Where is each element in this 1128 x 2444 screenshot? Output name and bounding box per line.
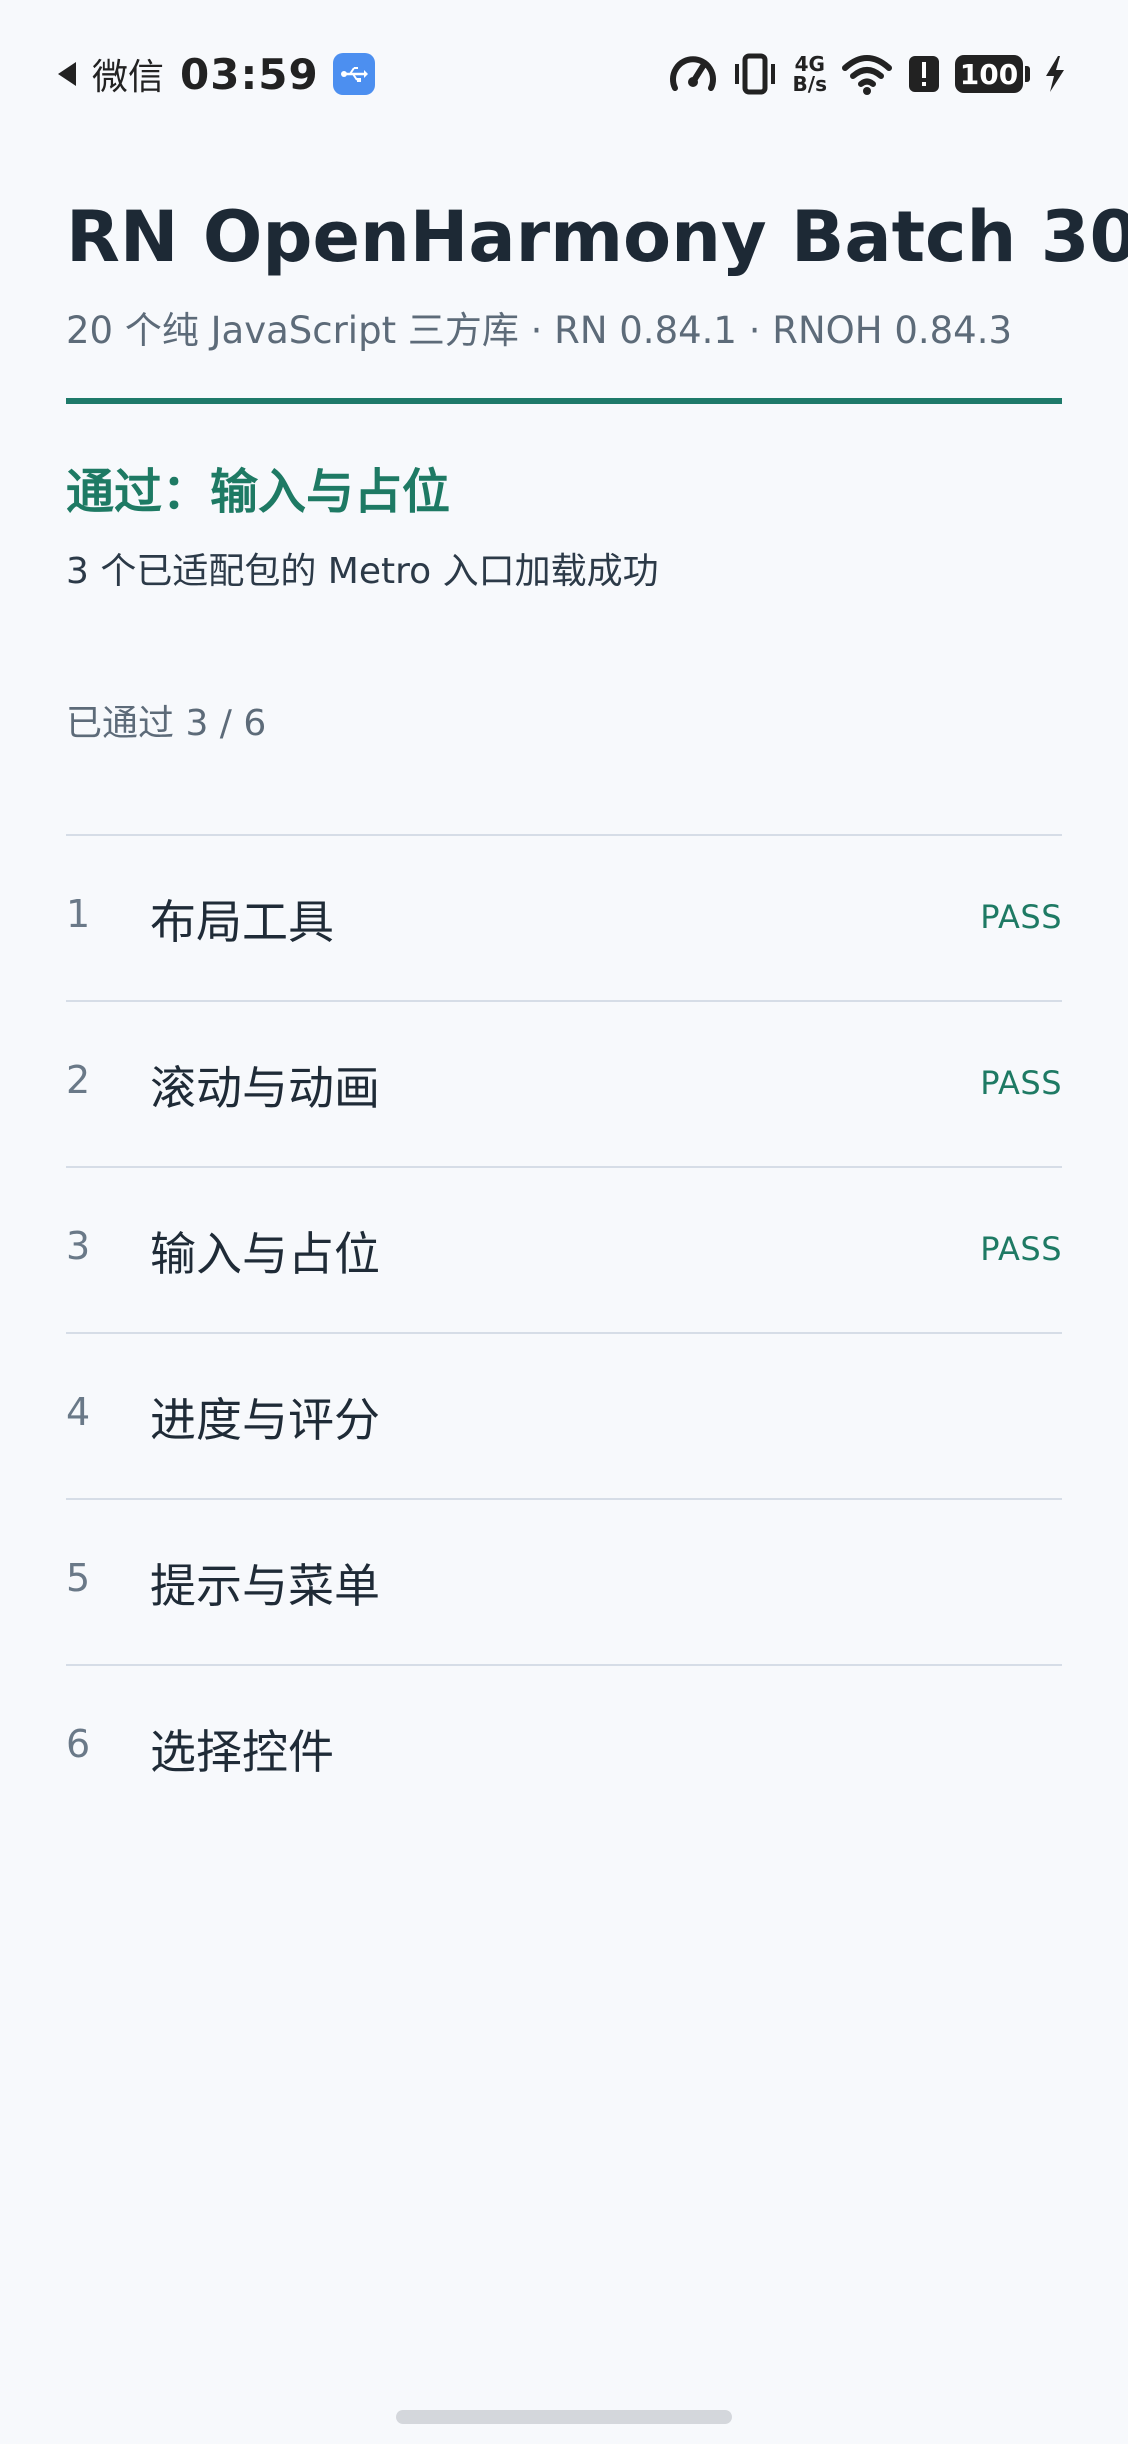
progress-text: 已通过 3 / 6: [66, 703, 267, 744]
test-number: 1: [66, 892, 91, 936]
status-bar: 微信 03:59 4G B/s 100: [0, 0, 1128, 150]
test-status-badge: PASS: [980, 1230, 1062, 1268]
test-label: 滚动与动画: [150, 1061, 380, 1115]
test-number: 2: [66, 1058, 91, 1102]
test-row[interactable]: 1 布局工具 PASS: [66, 834, 1062, 1000]
clock: 03:59: [180, 49, 319, 99]
status-bar-left: 微信 03:59: [58, 44, 375, 104]
test-label: 提示与菜单: [150, 1559, 380, 1613]
alert-icon: [909, 56, 939, 92]
speedometer-icon: [669, 56, 716, 91]
battery-level: 100: [955, 55, 1023, 93]
net-speed-unit: B/s: [792, 72, 827, 96]
wifi-icon: [842, 55, 892, 95]
test-list: 1 布局工具 PASS 2 滚动与动画 PASS 3 输入与占位 PASS 4 …: [66, 834, 1062, 1830]
test-label: 进度与评分: [150, 1393, 380, 1447]
status-bar-right: 4G B/s 100: [669, 46, 1066, 102]
test-label: 选择控件: [150, 1725, 334, 1779]
charging-icon: [1046, 56, 1064, 92]
page-title: RN OpenHarmony Batch 30: [66, 196, 1128, 278]
test-number: 6: [66, 1722, 91, 1766]
usb-icon: [332, 53, 375, 95]
test-status-badge: PASS: [980, 898, 1062, 936]
vibrate-icon: [734, 53, 775, 95]
back-app-name[interactable]: 微信: [92, 48, 164, 100]
home-indicator[interactable]: [396, 2410, 732, 2424]
test-label: 布局工具: [150, 895, 334, 949]
test-row[interactable]: 5 提示与菜单: [66, 1498, 1062, 1664]
net-speed-top: 4G: [794, 52, 825, 76]
test-number: 5: [66, 1556, 91, 1600]
status-title: 通过：输入与占位: [66, 464, 451, 520]
back-to-app-icon[interactable]: [58, 62, 76, 86]
test-number: 3: [66, 1224, 91, 1268]
header-divider: [66, 398, 1062, 404]
test-row[interactable]: 2 滚动与动画 PASS: [66, 1000, 1062, 1166]
status-description: 3 个已适配包的 Metro 入口加载成功: [66, 551, 659, 592]
test-label: 输入与占位: [150, 1227, 380, 1281]
battery-icon: 100: [955, 55, 1030, 93]
battery-tip: [1025, 66, 1030, 82]
test-status-badge: PASS: [980, 1064, 1062, 1102]
test-number: 4: [66, 1390, 91, 1434]
test-row[interactable]: 6 选择控件: [66, 1664, 1062, 1830]
network-speed-icon: 4G B/s: [793, 54, 827, 94]
test-row[interactable]: 4 进度与评分: [66, 1332, 1062, 1498]
app-screen: 微信 03:59 4G B/s 100 RN OpenHarmony Batch…: [0, 0, 1128, 2444]
test-row[interactable]: 3 输入与占位 PASS: [66, 1166, 1062, 1332]
page-subtitle: 20 个纯 JavaScript 三方库 · RN 0.84.1 · RNOH …: [66, 309, 1013, 352]
